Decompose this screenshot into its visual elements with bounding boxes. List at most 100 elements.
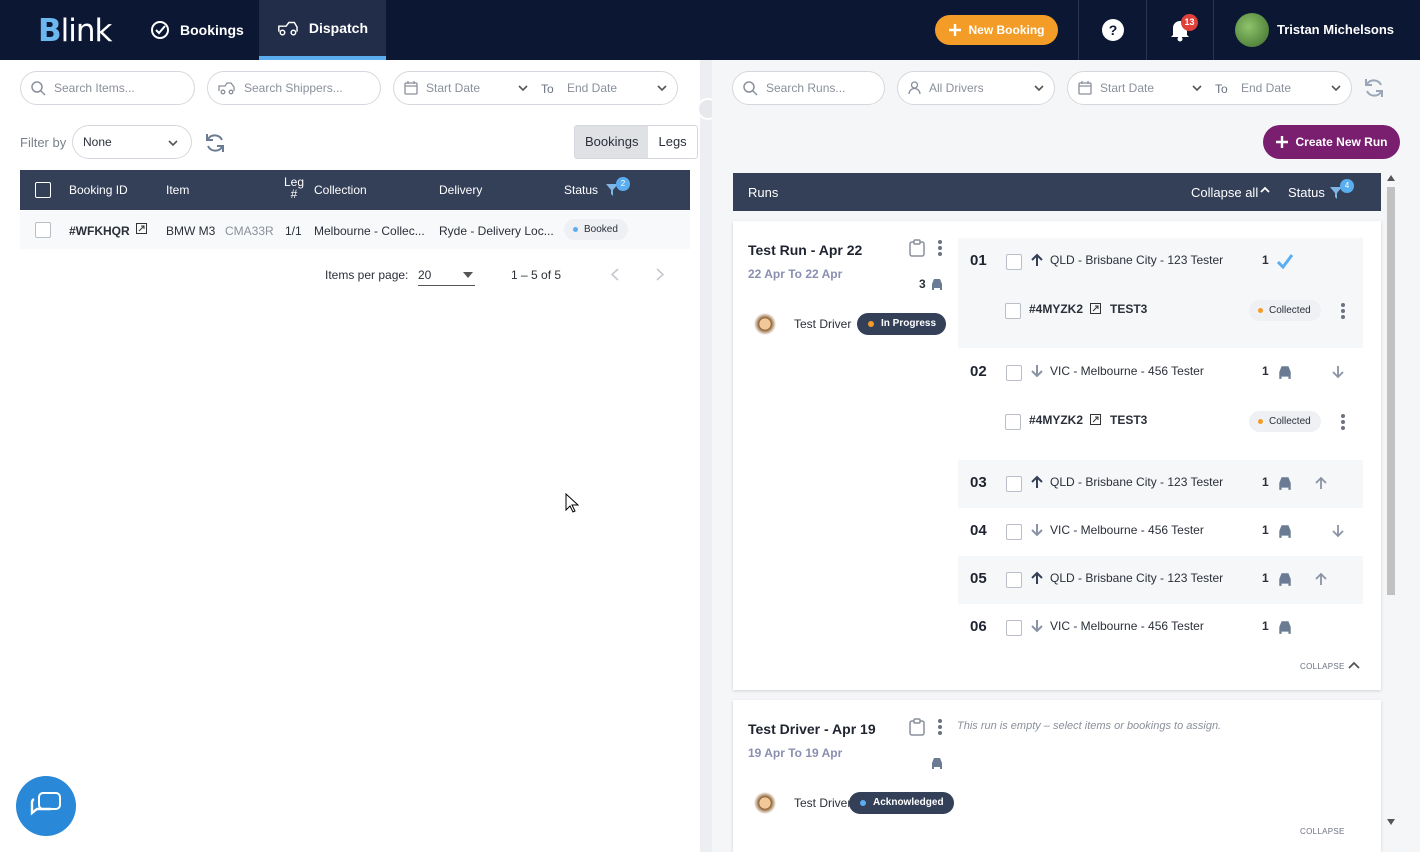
arrow-up-icon[interactable]	[1315, 476, 1327, 490]
run-title[interactable]: Test Driver - Apr 19	[748, 721, 876, 737]
col-item[interactable]: Item	[166, 183, 189, 197]
chevron-down-icon[interactable]	[518, 84, 528, 92]
col-collection[interactable]: Collection	[314, 183, 367, 197]
avatar[interactable]	[1235, 13, 1269, 47]
more-vertical-icon[interactable]	[937, 239, 943, 257]
chevron-up-icon[interactable]	[1260, 186, 1270, 194]
stop-row[interactable]: 05 QLD - Brisbane City - 123 Tester 1	[958, 556, 1363, 604]
item-checkbox[interactable]	[1005, 414, 1021, 430]
refresh-icon[interactable]	[1363, 77, 1385, 99]
user-name[interactable]: Tristan Michelsons	[1277, 22, 1394, 37]
stop-row[interactable]: 02 VIC - Melbourne - 456 Tester 1	[958, 349, 1363, 397]
stop-checkbox[interactable]	[1006, 524, 1022, 540]
booking-id-link[interactable]: #WFKHQR	[69, 224, 130, 238]
external-link-icon[interactable]	[1090, 303, 1101, 314]
arrow-down-icon[interactable]	[1332, 524, 1344, 538]
stop-row[interactable]: 04 VIC - Melbourne - 456 Tester 1	[958, 508, 1363, 556]
panel-divider	[700, 60, 712, 852]
col-delivery[interactable]: Delivery	[439, 183, 482, 197]
stop-checkbox[interactable]	[1006, 254, 1022, 270]
col-status[interactable]: Status	[564, 183, 598, 197]
help-icon[interactable]: ?	[1102, 19, 1124, 41]
nav-dispatch[interactable]: Dispatch	[259, 0, 386, 60]
stop-quantity: 1	[1262, 364, 1269, 378]
car-icon	[932, 758, 942, 769]
toggle-legs[interactable]: Legs	[648, 126, 696, 158]
chevron-left-icon[interactable]	[611, 268, 619, 281]
search-items-placeholder: Search Items...	[54, 81, 135, 95]
stop-quantity: 1	[1262, 475, 1269, 489]
col-leg[interactable]: Leg #	[283, 176, 305, 200]
divider	[1213, 0, 1214, 60]
chevron-down-icon[interactable]	[168, 139, 178, 147]
stop-checkbox[interactable]	[1006, 620, 1022, 636]
external-link-icon[interactable]	[1090, 414, 1101, 425]
chevron-down-icon[interactable]	[1192, 84, 1202, 92]
runs-start-date-field[interactable]: Start Date	[1100, 81, 1154, 95]
truck-icon	[278, 21, 298, 36]
more-vertical-icon[interactable]	[1340, 302, 1346, 320]
driver-select[interactable]: All Drivers	[897, 71, 1055, 105]
search-items-input[interactable]: Search Items...	[20, 71, 195, 105]
car-icon	[1279, 525, 1291, 538]
item-checkbox[interactable]	[1005, 303, 1021, 319]
more-vertical-icon[interactable]	[937, 718, 943, 736]
new-booking-button[interactable]: New Booking	[935, 15, 1058, 45]
more-vertical-icon[interactable]	[1340, 413, 1346, 431]
arrow-up-icon[interactable]	[1315, 572, 1327, 586]
chevron-down-icon[interactable]	[1331, 84, 1341, 92]
row-checkbox[interactable]	[35, 222, 51, 238]
chat-widget-button[interactable]	[16, 776, 76, 836]
nav-bookings[interactable]: Bookings	[132, 0, 262, 60]
blink-logo[interactable]: Blink	[38, 13, 112, 49]
stop-address: QLD - Brisbane City - 123 Tester	[1050, 571, 1224, 585]
collapse-run-button[interactable]: COLLAPSE	[1300, 662, 1345, 671]
arrow-down-icon[interactable]	[1332, 365, 1344, 379]
start-date-field[interactable]: Start Date	[426, 81, 480, 95]
filter-by-label: Filter by	[20, 135, 67, 150]
collapse-run-button[interactable]: COLLAPSE	[1300, 827, 1345, 836]
create-new-run-button[interactable]: Create New Run	[1263, 125, 1400, 159]
clipboard-icon[interactable]	[908, 718, 926, 736]
car-icon	[1279, 366, 1291, 379]
col-booking-id[interactable]: Booking ID	[69, 183, 128, 197]
stop-checkbox[interactable]	[1006, 365, 1022, 381]
item-id-link[interactable]: #4MYZK2	[1029, 413, 1083, 427]
runs-status-column[interactable]: Status	[1288, 185, 1325, 200]
stop-row[interactable]: 06 VIC - Melbourne - 456 Tester 1	[958, 604, 1363, 652]
search-shippers-input[interactable]: Search Shippers...	[207, 71, 381, 105]
stop-row[interactable]: 01 QLD - Brisbane City - 123 Tester 1	[958, 238, 1363, 286]
car-icon	[932, 279, 942, 290]
stop-item-row[interactable]: #4MYZK2 TEST3 Collected	[958, 398, 1363, 446]
run-title[interactable]: Test Run - Apr 22	[748, 242, 862, 258]
end-date-field[interactable]: End Date	[567, 81, 617, 95]
toggle-bookings[interactable]: Bookings	[575, 126, 649, 158]
run-dates: 19 Apr To 19 Apr	[748, 746, 843, 760]
chevron-right-icon[interactable]	[656, 268, 664, 281]
stop-number: 03	[970, 474, 987, 491]
scrollbar-thumb[interactable]	[1387, 187, 1395, 595]
scroll-down-arrow[interactable]	[1387, 819, 1395, 825]
clipboard-icon[interactable]	[908, 239, 926, 257]
collapse-all-button[interactable]: Collapse all	[1191, 185, 1258, 200]
runs-date-range-picker[interactable]: Start Date	[1067, 71, 1352, 105]
search-runs-input[interactable]: Search Runs...	[732, 71, 885, 105]
stop-item-row[interactable]: #4MYZK2 TEST3 Collected	[958, 287, 1363, 335]
date-range-picker[interactable]: Start Date	[393, 71, 678, 105]
scroll-up-arrow[interactable]	[1387, 175, 1395, 181]
external-link-icon[interactable]	[136, 223, 147, 234]
stop-row[interactable]: 03 QLD - Brisbane City - 123 Tester 1	[958, 460, 1363, 508]
item-id-link[interactable]: #4MYZK2	[1029, 302, 1083, 316]
stop-checkbox[interactable]	[1006, 476, 1022, 492]
runs-end-date-field[interactable]: End Date	[1241, 81, 1291, 95]
runs-scrollbar[interactable]	[1384, 173, 1398, 833]
chevron-up-icon[interactable]	[1348, 661, 1360, 670]
plus-icon	[1276, 136, 1289, 148]
stop-checkbox[interactable]	[1006, 572, 1022, 588]
chevron-down-icon[interactable]	[657, 84, 667, 92]
refresh-icon[interactable]	[204, 132, 226, 154]
table-row[interactable]: #WFKHQR BMW M3 CMA33R 1/1 Melbourne - Co…	[20, 211, 690, 249]
chevron-down-icon[interactable]	[1034, 84, 1044, 92]
caret-down-icon[interactable]	[463, 272, 473, 278]
select-all-checkbox[interactable]	[35, 182, 51, 198]
